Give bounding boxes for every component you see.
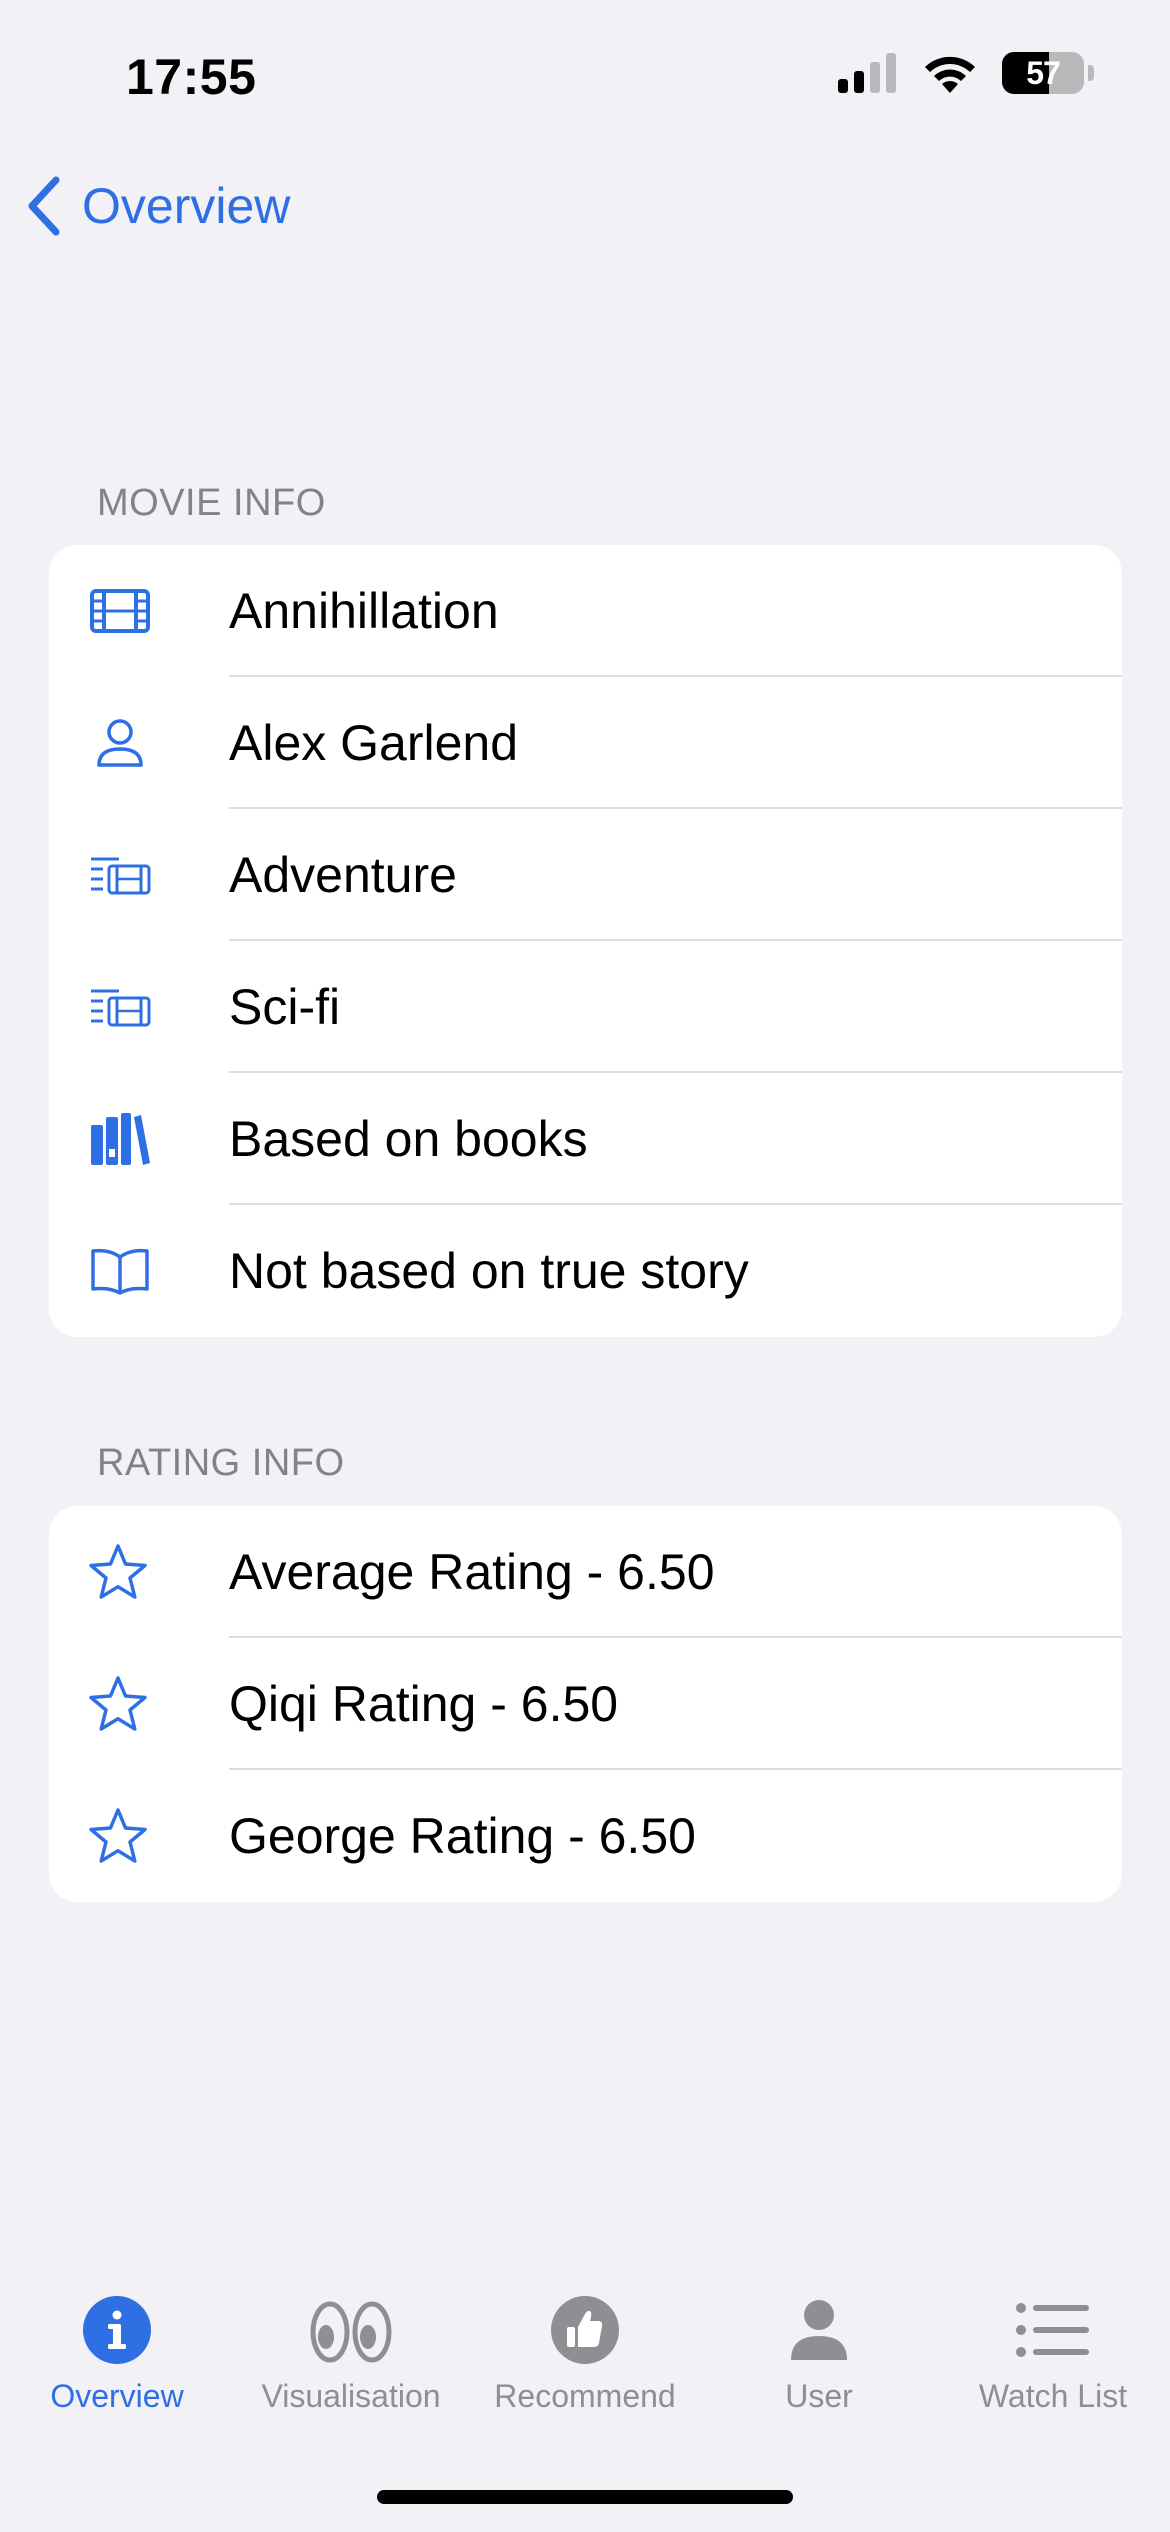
back-label: Overview <box>82 178 291 234</box>
tab-label: Visualisation <box>261 2378 441 2414</box>
user-icon <box>791 2300 847 2360</box>
tab-user[interactable]: User <box>702 2290 936 2415</box>
movie-info-card: Annihillation Alex Garlend Adventure Sci… <box>49 545 1122 1337</box>
tab-recommend[interactable]: Recommend <box>468 2290 702 2415</box>
wifi-icon <box>925 56 975 93</box>
director-name: Alex Garlend <box>229 715 519 771</box>
based-on-books-row[interactable]: Based on books <box>49 1073 1122 1205</box>
director-row[interactable]: Alex Garlend <box>49 677 1122 809</box>
rating-info-card: Average Rating - 6.50 Qiqi Rating - 6.50… <box>49 1506 1122 1902</box>
info-icon <box>83 2296 151 2364</box>
star-icon <box>89 1543 221 1601</box>
tab-label: User <box>785 2378 853 2414</box>
status-icons: 57 <box>838 52 1094 94</box>
star-icon <box>89 1675 221 1733</box>
book-open-icon <box>89 1247 221 1295</box>
rating-info-header: RATING INFO <box>97 1442 345 1484</box>
george-rating-row[interactable]: George Rating - 6.50 <box>49 1770 1122 1902</box>
average-rating-row[interactable]: Average Rating - 6.50 <box>49 1506 1122 1638</box>
qiqi-rating-label: Qiqi Rating - 6.50 <box>229 1676 619 1732</box>
battery-icon: 57 <box>1002 52 1084 94</box>
tab-visualisation[interactable]: Visualisation <box>234 2290 468 2415</box>
eyes-icon <box>310 2301 392 2363</box>
tab-bar: Overview Visualisation Recommend User Wa… <box>0 2290 1170 2440</box>
genre-row[interactable]: Adventure <box>49 809 1122 941</box>
genre-label: Adventure <box>229 847 457 903</box>
list-icon <box>1016 2303 1089 2357</box>
star-icon <box>89 1807 221 1865</box>
movie-info-header: MOVIE INFO <box>97 482 326 524</box>
home-indicator[interactable] <box>377 2490 793 2504</box>
movie-title: Annihillation <box>229 583 499 639</box>
george-rating-label: George Rating - 6.50 <box>229 1808 696 1864</box>
chevron-left-icon <box>28 176 60 236</box>
status-time: 17:55 <box>126 49 257 105</box>
tab-label: Watch List <box>978 2378 1128 2414</box>
thumbs-up-icon <box>551 2296 619 2364</box>
tab-watch-list[interactable]: Watch List <box>936 2290 1170 2415</box>
person-icon <box>89 718 221 768</box>
cellular-signal-icon <box>838 53 896 93</box>
based-on-books-label: Based on books <box>229 1111 588 1167</box>
battery-percent: 57 <box>1026 54 1061 91</box>
movie-title-row[interactable]: Annihillation <box>49 545 1122 677</box>
average-rating-label: Average Rating - 6.50 <box>229 1544 715 1600</box>
genre-label: Sci-fi <box>229 979 341 1035</box>
genre-row[interactable]: Sci-fi <box>49 941 1122 1073</box>
genre-icon <box>89 855 221 895</box>
back-button[interactable]: Overview <box>24 176 290 236</box>
true-story-row[interactable]: Not based on true story <box>49 1205 1122 1337</box>
film-icon <box>89 588 221 634</box>
books-icon <box>89 1111 221 1167</box>
tab-label: Recommend <box>494 2378 676 2414</box>
genre-icon <box>89 987 221 1027</box>
qiqi-rating-row[interactable]: Qiqi Rating - 6.50 <box>49 1638 1122 1770</box>
tab-overview[interactable]: Overview <box>0 2290 234 2415</box>
tab-label: Overview <box>50 2378 184 2414</box>
true-story-label: Not based on true story <box>229 1243 749 1299</box>
